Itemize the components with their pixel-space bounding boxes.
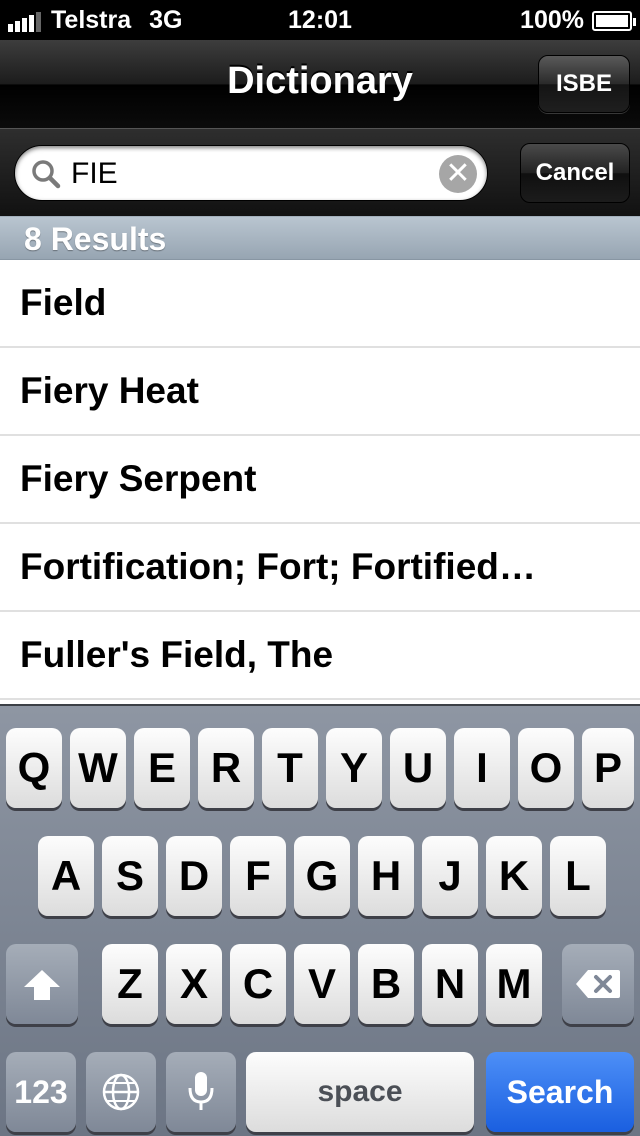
key-a[interactable]: A xyxy=(38,836,94,916)
search-input[interactable] xyxy=(71,154,431,194)
key-h[interactable]: H xyxy=(358,836,414,916)
results-count-header: 8 Results xyxy=(0,216,640,260)
battery-percent: 100% xyxy=(520,6,584,34)
key-l[interactable]: L xyxy=(550,836,606,916)
key-o[interactable]: O xyxy=(518,728,574,808)
key-k[interactable]: K xyxy=(486,836,542,916)
result-row[interactable]: Fuller's Field, The xyxy=(0,612,640,700)
result-row[interactable]: Fortification; Fort; Fortified… xyxy=(0,524,640,612)
dictation-key[interactable] xyxy=(166,1052,236,1132)
search-icon xyxy=(32,160,61,189)
search-key[interactable]: Search xyxy=(486,1052,634,1132)
key-t[interactable]: T xyxy=(262,728,318,808)
isbe-button[interactable]: ISBE xyxy=(538,55,630,113)
key-m[interactable]: M xyxy=(486,944,542,1024)
key-q[interactable]: Q xyxy=(6,728,62,808)
key-z[interactable]: Z xyxy=(102,944,158,1024)
globe-key[interactable] xyxy=(86,1052,156,1132)
clear-icon[interactable]: ✕ xyxy=(439,155,477,193)
backspace-icon xyxy=(576,970,620,998)
shift-key[interactable] xyxy=(6,944,78,1024)
key-r[interactable]: R xyxy=(198,728,254,808)
key-i[interactable]: I xyxy=(454,728,510,808)
key-f[interactable]: F xyxy=(230,836,286,916)
space-key[interactable]: space xyxy=(246,1052,474,1132)
results-list: Field Fiery Heat Fiery Serpent Fortifica… xyxy=(0,260,640,704)
backspace-key[interactable] xyxy=(562,944,634,1024)
navigation-bar: Dictionary ISBE xyxy=(0,40,640,128)
key-b[interactable]: B xyxy=(358,944,414,1024)
key-c[interactable]: C xyxy=(230,944,286,1024)
keyboard: Q W E R T Y U I O P A S D F G H J K L Z … xyxy=(0,704,640,1136)
key-s[interactable]: S xyxy=(102,836,158,916)
search-field[interactable]: ✕ xyxy=(14,145,488,201)
status-right: 100% xyxy=(520,6,636,35)
globe-icon xyxy=(102,1073,140,1111)
key-w[interactable]: W xyxy=(70,728,126,808)
key-u[interactable]: U xyxy=(390,728,446,808)
search-bar: ✕ Cancel xyxy=(0,128,640,216)
key-v[interactable]: V xyxy=(294,944,350,1024)
key-g[interactable]: G xyxy=(294,836,350,916)
key-y[interactable]: Y xyxy=(326,728,382,808)
status-bar: Telstra 3G 12:01 100% xyxy=(0,0,640,40)
result-row[interactable]: Fiery Serpent xyxy=(0,436,640,524)
key-x[interactable]: X xyxy=(166,944,222,1024)
key-j[interactable]: J xyxy=(422,836,478,916)
result-row[interactable]: Fiery Heat xyxy=(0,348,640,436)
battery-icon xyxy=(592,10,636,31)
microphone-icon xyxy=(188,1072,214,1110)
key-p[interactable]: P xyxy=(582,728,634,808)
key-d[interactable]: D xyxy=(166,836,222,916)
shift-icon xyxy=(24,970,60,1000)
key-e[interactable]: E xyxy=(134,728,190,808)
result-row[interactable]: Field xyxy=(0,260,640,348)
key-n[interactable]: N xyxy=(422,944,478,1024)
cancel-button[interactable]: Cancel xyxy=(520,143,630,203)
numbers-key[interactable]: 123 xyxy=(6,1052,76,1132)
